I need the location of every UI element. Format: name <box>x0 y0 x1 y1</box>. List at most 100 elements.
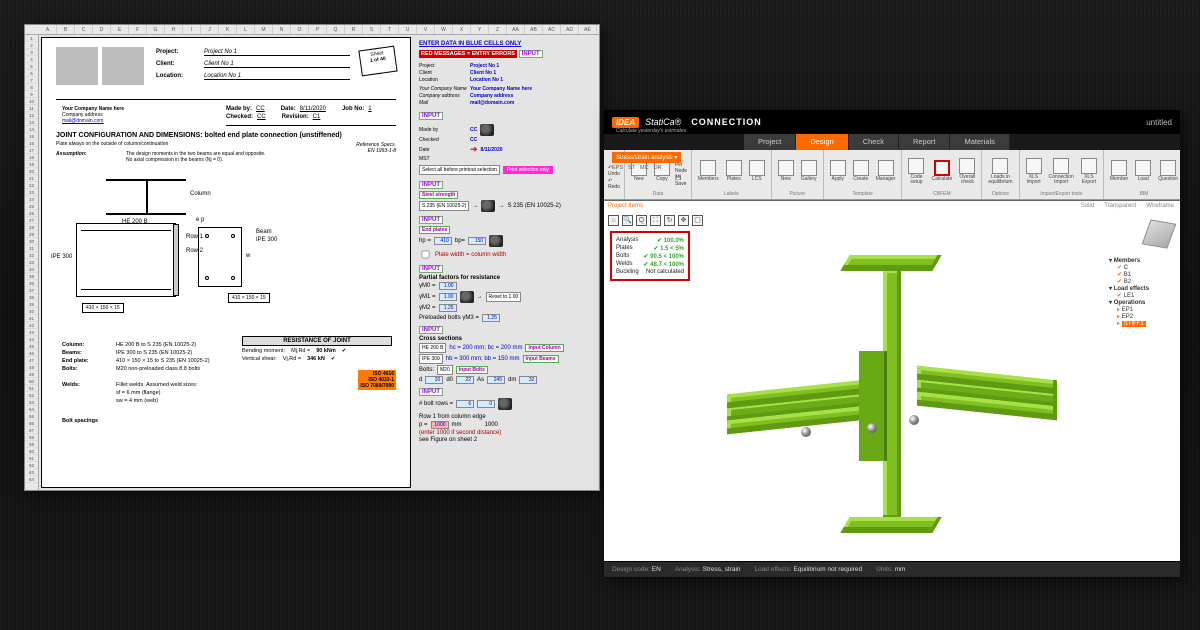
code-setup-button[interactable]: Code setup <box>906 157 926 186</box>
assumption-block: Assumption: The design moments in the tw… <box>56 151 396 163</box>
brand-idea: IDEA <box>612 117 639 128</box>
tpl-create-button[interactable]: Create <box>851 159 871 183</box>
steel-strength-button[interactable]: Steel strength <box>419 191 458 199</box>
tree-op-stiff1[interactable]: STIFF1 <box>1109 320 1173 327</box>
calculate-icon <box>934 160 950 176</box>
plate-width-checkbox[interactable] <box>422 251 430 259</box>
document-title: untitled <box>1146 118 1172 127</box>
bolt-icon <box>867 423 877 433</box>
tree-member-c[interactable]: C <box>1109 264 1173 271</box>
company-logo-a <box>56 47 98 85</box>
bolt-icon <box>909 415 919 425</box>
report-sheet: Project:Project No 1 Client:Client No 1 … <box>41 37 411 488</box>
iso-spec-stripe: ISO 4016ISO 4033-1ISO 7089/7090 <box>358 370 396 390</box>
pf-reset-button[interactable]: Reset to 1.00 <box>486 292 522 302</box>
tree-member-b2[interactable]: B2 <box>1109 278 1173 285</box>
project-items-label: Project Items <box>608 203 643 209</box>
nav-cube-icon[interactable] <box>1142 219 1177 248</box>
end-plates-button[interactable]: End plates <box>419 226 450 234</box>
status-bar: Design code: EN Analysis: Stress, strain… <box>604 561 1180 577</box>
brand-statica: StatiCa® <box>645 117 681 127</box>
bim-member-button[interactable]: Member <box>1108 159 1130 183</box>
input-column-button[interactable]: Input Column <box>525 344 563 352</box>
display-mode-transparent[interactable]: Transparent <box>1104 203 1136 209</box>
bolt-as-input[interactable]: 245 <box>487 376 505 384</box>
input-bolts-button[interactable]: Input Bolts <box>456 366 488 374</box>
plate-h-input[interactable]: 410 <box>434 237 452 245</box>
redo-button[interactable]: Redo <box>608 178 620 190</box>
input-beams-button[interactable]: Input Beams <box>523 355 559 363</box>
spreadsheet-window: ABCDEFGHIJKLMNOPQRSTUVWXYZAAABACADAE 123… <box>24 24 600 491</box>
model-viewport[interactable]: Project Items ⌂ 🔍 Q ⛶ ↻ ✥ ▢ Solid Transpa… <box>604 200 1180 561</box>
mode-tab-st[interactable]: ST <box>628 165 635 171</box>
render-thumb-icon <box>489 235 503 247</box>
section-icon[interactable]: ▢ <box>692 215 703 226</box>
xls-import-button[interactable]: XLS Import <box>1024 157 1044 186</box>
tab-materials[interactable]: Materials <box>950 134 1009 150</box>
gamma-m1-input[interactable]: 1.00 <box>439 293 457 301</box>
bolts-select[interactable]: M20 <box>437 365 453 375</box>
mode-tab-eps[interactable]: EPS <box>612 165 623 171</box>
render-thumb-icon <box>480 124 494 136</box>
conn-import-button[interactable]: Connection Import <box>1047 157 1076 186</box>
save-button[interactable]: 💾 Save <box>675 175 687 187</box>
ribbon-tab-strip: ProjectDesignCheckReportMaterials <box>604 134 1180 150</box>
mode-tab-dr[interactable]: DR <box>654 165 662 171</box>
xls-export-button[interactable]: XLS Export <box>1079 157 1099 186</box>
overall-check-button[interactable]: Overall check <box>957 157 977 186</box>
home-view-icon[interactable]: ⌂ <box>608 215 619 226</box>
plate-b-input[interactable]: 150 <box>468 237 486 245</box>
bolt-dm-input[interactable]: 32 <box>519 376 537 384</box>
gamma-m3-input[interactable]: 1.25 <box>482 314 500 322</box>
brand-tagline: Calculate yesterday's estimates <box>616 128 686 134</box>
bolt-rows-2[interactable]: 0 <box>477 400 495 408</box>
zoom-out-icon[interactable]: Q <box>636 215 647 226</box>
analysis-mode-dropdown[interactable]: Stress/strain analysis ▾ <box>612 152 681 163</box>
print-selection-button[interactable]: Print selection only <box>503 166 553 174</box>
bolt-d-input[interactable]: 20 <box>425 376 443 384</box>
tree-op-ep2[interactable]: EP2 <box>1109 313 1173 320</box>
calculate-button[interactable]: Calculate <box>929 159 954 183</box>
tree-le1[interactable]: LE1 <box>1109 292 1173 299</box>
gamma-m2-input[interactable]: 1.25 <box>439 304 457 312</box>
company-mail-link[interactable]: mail@domain.com <box>62 118 103 124</box>
tab-design[interactable]: Design <box>796 134 848 150</box>
analysis-results-panel: Analysis100.0% Plates1.5 < 5% Bolts90.5 … <box>610 231 690 281</box>
tree-op-ep1[interactable]: EP1 <box>1109 306 1173 313</box>
beam-section-select[interactable]: IPE 300 <box>419 354 443 364</box>
tab-project[interactable]: Project <box>744 134 796 150</box>
tab-check[interactable]: Check <box>849 134 899 150</box>
lcs-toggle[interactable]: LCS <box>747 159 767 183</box>
mode-tab-mc[interactable]: MC <box>640 165 649 171</box>
joint-subtitle: Plate always on the outside of column/co… <box>56 141 396 147</box>
pic-gallery-button[interactable]: Gallery <box>799 159 819 183</box>
plates-toggle[interactable]: Plates <box>724 159 744 183</box>
zoom-in-icon[interactable]: 🔍 <box>622 215 633 226</box>
rotate-icon[interactable]: ↻ <box>664 215 675 226</box>
display-mode-wireframe[interactable]: Wireframe <box>1146 203 1174 209</box>
bim-load-button[interactable]: Load <box>1133 159 1153 183</box>
print-selection-dropdown[interactable]: Select all before printout selection <box>419 165 500 175</box>
display-mode-solid[interactable]: Solid <box>1081 203 1094 209</box>
company-info: Your Company Name here Company address m… <box>62 106 124 124</box>
pic-new-button[interactable]: New <box>776 159 796 183</box>
gamma-m0-input[interactable]: 1.00 <box>439 282 457 290</box>
tree-member-b1[interactable]: B1 <box>1109 271 1173 278</box>
column-section-select[interactable]: HE 200 B <box>419 343 446 353</box>
tpl-apply-button[interactable]: Apply <box>828 159 848 183</box>
bolt-rows-1[interactable]: 6 <box>456 400 474 408</box>
loads-eq-button[interactable]: Loads in equilibrium <box>986 157 1014 186</box>
steel-grade-select[interactable]: S 235 (EN 10025-2) <box>419 201 469 211</box>
sheet-number-badge: Sheet1 of 40 <box>358 46 397 77</box>
row1-pos-input[interactable]: 1000 <box>431 421 449 429</box>
section-properties: Column:HE 200 B to S 235 (EN 10025-2) Be… <box>62 340 210 426</box>
pan-icon[interactable]: ✥ <box>678 215 689 226</box>
members-toggle[interactable]: Members <box>696 159 721 183</box>
bolt-d0-input[interactable]: 22 <box>456 376 474 384</box>
fit-view-icon[interactable]: ⛶ <box>650 215 661 226</box>
tab-report[interactable]: Report <box>899 134 951 150</box>
bim-question-button[interactable]: Question <box>1156 159 1180 183</box>
company-logo-b <box>102 47 144 85</box>
resistance-of-joint: RESISTANCE OF JOINT Bending moment:Mj,Rd… <box>242 336 392 364</box>
tpl-manager-button[interactable]: Manager <box>874 159 898 183</box>
